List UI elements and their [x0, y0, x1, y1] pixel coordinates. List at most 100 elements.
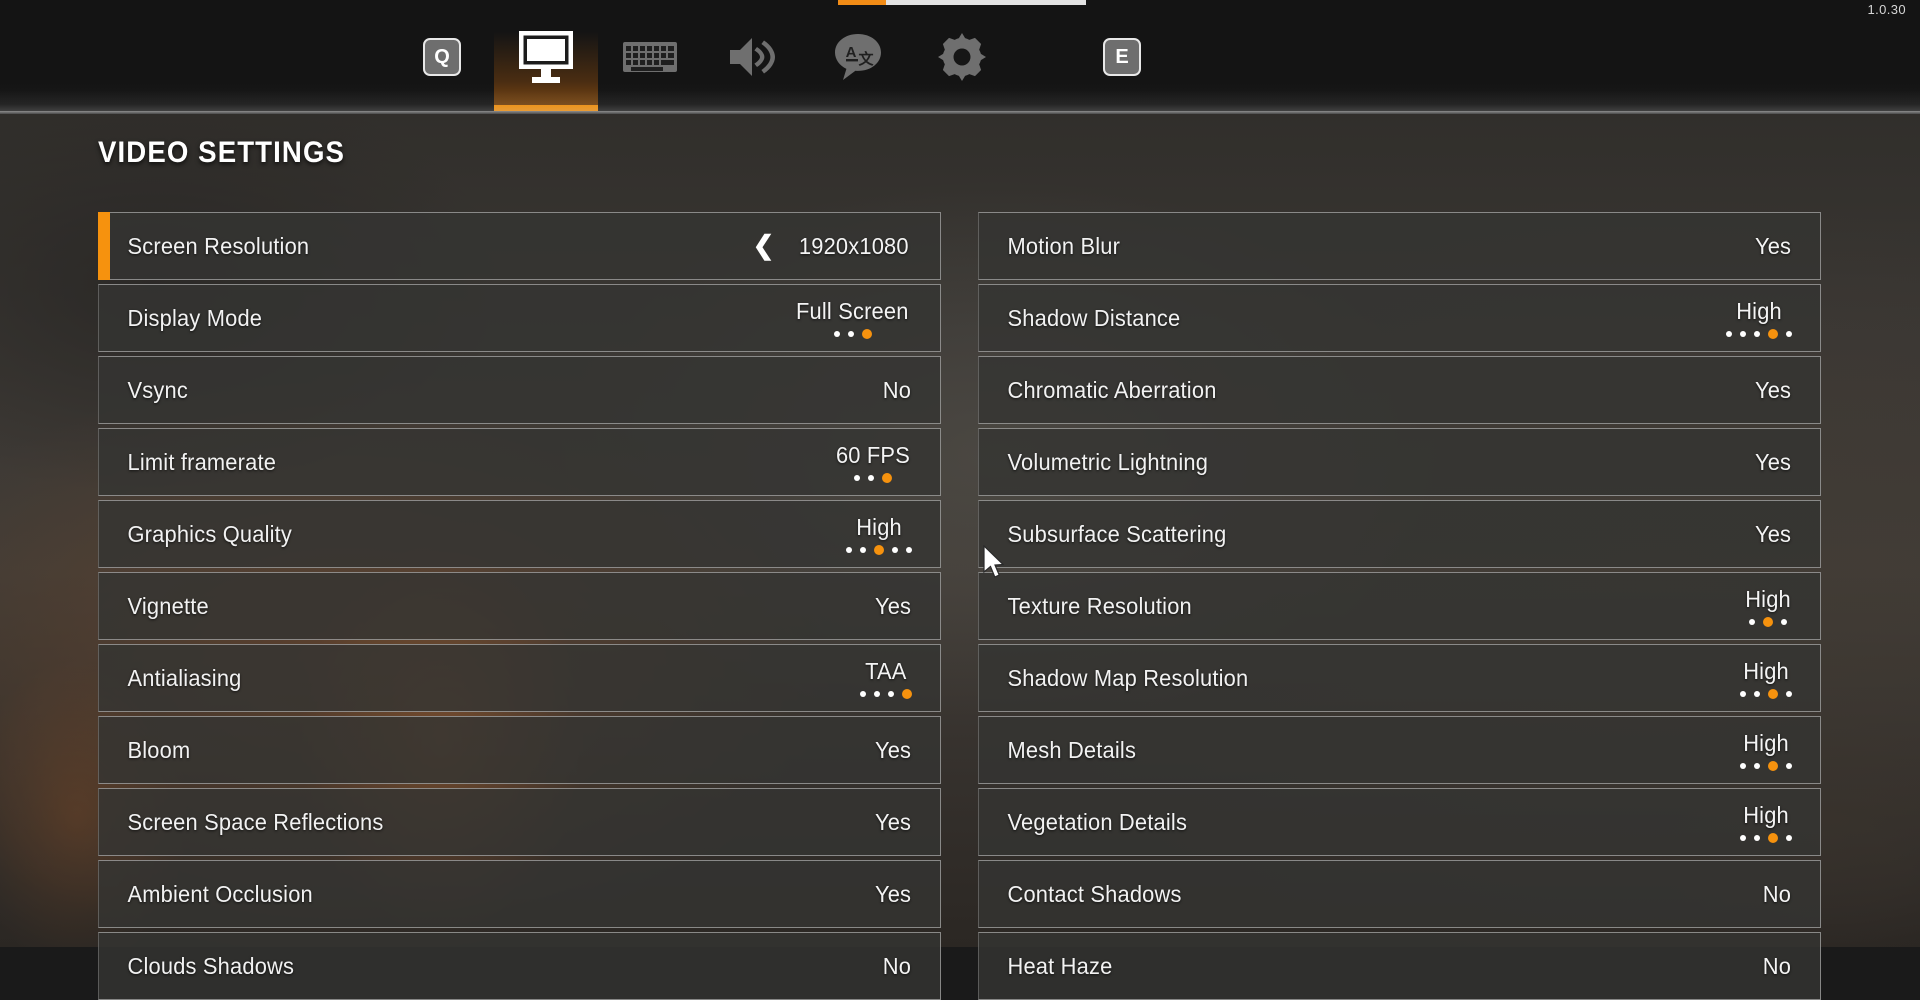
setting-value-group: High	[1740, 802, 1820, 843]
step-dot-active	[1768, 689, 1778, 699]
setting-value-group: Yes	[1754, 521, 1820, 548]
step-dot-active	[862, 329, 872, 339]
setting-step-dots	[1749, 618, 1787, 627]
setting-row[interactable]: Shadow Map Resolution High	[978, 644, 1821, 712]
setting-value-group: Yes	[1754, 449, 1820, 476]
setting-step-dots	[1740, 762, 1792, 771]
setting-row[interactable]: Screen Resolution ❮ 1920x1080	[98, 212, 941, 280]
step-dot	[1740, 835, 1746, 841]
step-dot	[1749, 619, 1755, 625]
setting-value-stack: TAA	[860, 658, 912, 699]
chevron-left-icon[interactable]: ❮	[753, 232, 775, 258]
setting-value-stack: Yes	[874, 809, 912, 836]
setting-row[interactable]: Graphics QualityHigh	[98, 500, 941, 568]
page-title: VIDEO SETTINGS	[98, 136, 345, 170]
setting-row[interactable]: Heat Haze No	[978, 932, 1821, 1000]
step-dot-active	[1763, 617, 1773, 627]
step-dot	[1786, 691, 1792, 697]
setting-value: Yes	[875, 881, 911, 908]
setting-label: Texture Resolution	[979, 593, 1192, 620]
setting-row[interactable]: Limit framerate60 FPS	[98, 428, 941, 496]
step-dot	[1754, 331, 1760, 337]
setting-row[interactable]: Shadow DistanceHigh	[978, 284, 1821, 352]
setting-label: Heat Haze	[979, 953, 1112, 980]
setting-row[interactable]: VsyncNo	[98, 356, 941, 424]
setting-value-stack: Yes	[874, 881, 912, 908]
setting-label: Volumetric Lightning	[979, 449, 1208, 476]
setting-label: Clouds Shadows	[99, 953, 294, 980]
setting-value: No	[883, 953, 911, 980]
step-dot-active	[902, 689, 912, 699]
step-dot	[888, 691, 894, 697]
setting-row[interactable]: Display Mode Full Screen	[98, 284, 941, 352]
setting-step-dots	[846, 546, 912, 555]
step-dot	[868, 475, 874, 481]
step-dot	[1786, 835, 1792, 841]
setting-value: No	[883, 377, 911, 404]
setting-label: Bloom	[99, 737, 190, 764]
setting-row[interactable]: Antialiasing TAA	[98, 644, 941, 712]
setting-value: High	[1736, 298, 1782, 325]
setting-row[interactable]: Clouds Shadows No	[98, 932, 941, 1000]
setting-value: Yes	[1755, 449, 1791, 476]
setting-value-group: Full Screen	[793, 298, 940, 339]
step-dot	[1740, 331, 1746, 337]
setting-value-stack: 60 FPS	[834, 442, 912, 483]
setting-row[interactable]: Bloom Yes	[98, 716, 941, 784]
setting-value: 60 FPS	[836, 442, 910, 469]
setting-value-group: No	[1762, 881, 1820, 908]
setting-row[interactable]: Ambient OcclusionYes	[98, 860, 941, 928]
setting-value-group: Yes	[874, 593, 940, 620]
setting-value-group: High	[1740, 658, 1820, 699]
setting-value-group: Yes	[1754, 233, 1820, 260]
step-dot	[848, 331, 854, 337]
setting-row[interactable]: VignetteYes	[98, 572, 941, 640]
setting-value: Yes	[1755, 377, 1791, 404]
setting-value-group: Yes	[1754, 377, 1820, 404]
setting-label: Antialiasing	[99, 665, 242, 692]
setting-row[interactable]: Motion BlurYes	[978, 212, 1821, 280]
setting-value-group: High	[1740, 730, 1820, 771]
setting-value-group: TAA	[860, 658, 940, 699]
setting-value-group: 60 FPS	[834, 442, 940, 483]
keycap-q: Q	[423, 38, 461, 76]
setting-value: Yes	[875, 809, 911, 836]
step-dot	[1754, 691, 1760, 697]
setting-row[interactable]: Volumetric Lightning Yes	[978, 428, 1821, 496]
setting-label: Contact Shadows	[979, 881, 1182, 908]
setting-value-stack: High	[1740, 658, 1792, 699]
setting-value-stack: No	[882, 953, 912, 980]
setting-value: Yes	[875, 737, 911, 764]
step-dot	[874, 691, 880, 697]
setting-row[interactable]: Mesh DetailsHigh	[978, 716, 1821, 784]
setting-value-group: No	[882, 953, 940, 980]
setting-row[interactable]: Texture Resolution High	[978, 572, 1821, 640]
speaker-icon	[728, 35, 780, 79]
setting-row[interactable]: Subsurface ScatteringYes	[978, 500, 1821, 568]
step-dot-active	[1768, 833, 1778, 843]
setting-value: 1920x1080	[799, 233, 909, 260]
settings-content: VIDEO SETTINGS Screen Resolution ❮ 1920x10…	[0, 114, 1920, 947]
setting-row[interactable]: Chromatic Aberration Yes	[978, 356, 1821, 424]
setting-label: Display Mode	[99, 305, 262, 332]
setting-label: Screen Resolution	[99, 233, 309, 260]
setting-label: Shadow Map Resolution	[979, 665, 1248, 692]
setting-value-stack: No	[1762, 953, 1792, 980]
setting-step-dots	[1726, 330, 1792, 339]
language-icon: A文	[833, 33, 883, 81]
setting-value: High	[1743, 658, 1789, 685]
setting-value-group: High	[846, 514, 940, 555]
setting-value-group: Yes	[874, 737, 940, 764]
setting-value: Yes	[875, 593, 911, 620]
setting-row[interactable]: Contact Shadows No	[978, 860, 1821, 928]
step-dot	[860, 547, 866, 553]
setting-value-stack: Yes	[874, 593, 912, 620]
setting-value-stack: No	[1762, 881, 1792, 908]
step-dot	[1754, 835, 1760, 841]
setting-value-stack: High	[1740, 802, 1792, 843]
setting-value: Yes	[1755, 233, 1791, 260]
setting-label: Chromatic Aberration	[979, 377, 1217, 404]
setting-row[interactable]: Vegetation DetailsHigh	[978, 788, 1821, 856]
setting-row[interactable]: Screen Space ReflectionsYes	[98, 788, 941, 856]
setting-value-group: High	[1744, 586, 1820, 627]
